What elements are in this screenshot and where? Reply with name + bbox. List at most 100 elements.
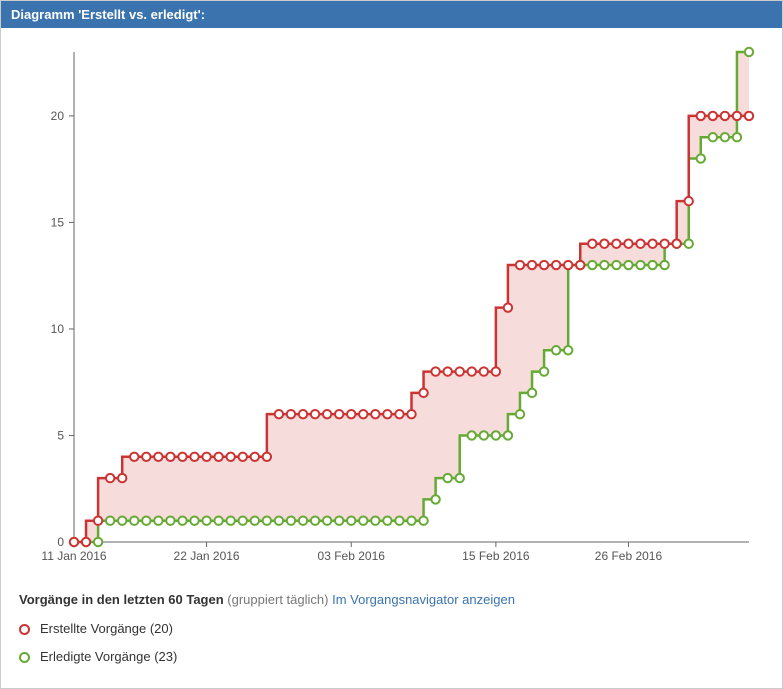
point-resolved[interactable] <box>697 154 705 162</box>
point-created[interactable] <box>564 261 572 269</box>
point-created[interactable] <box>82 538 90 546</box>
point-resolved[interactable] <box>516 410 524 418</box>
point-created[interactable] <box>733 112 741 120</box>
point-created[interactable] <box>660 240 668 248</box>
point-resolved[interactable] <box>299 516 307 524</box>
point-created[interactable] <box>648 240 656 248</box>
point-created[interactable] <box>335 410 343 418</box>
point-created[interactable] <box>287 410 295 418</box>
point-resolved[interactable] <box>275 516 283 524</box>
point-resolved[interactable] <box>745 48 753 56</box>
point-resolved[interactable] <box>359 516 367 524</box>
point-created[interactable] <box>721 112 729 120</box>
point-created[interactable] <box>178 453 186 461</box>
point-created[interactable] <box>239 453 247 461</box>
point-created[interactable] <box>431 367 439 375</box>
point-resolved[interactable] <box>142 516 150 524</box>
point-resolved[interactable] <box>504 431 512 439</box>
point-created[interactable] <box>166 453 174 461</box>
point-resolved[interactable] <box>395 516 403 524</box>
point-created[interactable] <box>443 367 451 375</box>
point-resolved[interactable] <box>407 516 415 524</box>
point-resolved[interactable] <box>419 516 427 524</box>
point-created[interactable] <box>709 112 717 120</box>
point-created[interactable] <box>347 410 355 418</box>
point-created[interactable] <box>130 453 138 461</box>
point-resolved[interactable] <box>335 516 343 524</box>
point-created[interactable] <box>492 367 500 375</box>
point-created[interactable] <box>624 240 632 248</box>
point-resolved[interactable] <box>733 133 741 141</box>
point-resolved[interactable] <box>226 516 234 524</box>
point-resolved[interactable] <box>130 516 138 524</box>
point-created[interactable] <box>359 410 367 418</box>
point-resolved[interactable] <box>528 389 536 397</box>
point-resolved[interactable] <box>323 516 331 524</box>
point-created[interactable] <box>685 197 693 205</box>
point-resolved[interactable] <box>624 261 632 269</box>
point-created[interactable] <box>190 453 198 461</box>
point-resolved[interactable] <box>431 495 439 503</box>
point-created[interactable] <box>311 410 319 418</box>
point-resolved[interactable] <box>660 261 668 269</box>
point-created[interactable] <box>299 410 307 418</box>
point-resolved[interactable] <box>190 516 198 524</box>
point-created[interactable] <box>202 453 210 461</box>
point-created[interactable] <box>576 261 584 269</box>
point-created[interactable] <box>214 453 222 461</box>
point-resolved[interactable] <box>685 240 693 248</box>
point-created[interactable] <box>323 410 331 418</box>
point-created[interactable] <box>456 367 464 375</box>
point-created[interactable] <box>552 261 560 269</box>
point-resolved[interactable] <box>371 516 379 524</box>
point-created[interactable] <box>612 240 620 248</box>
point-created[interactable] <box>480 367 488 375</box>
point-created[interactable] <box>528 261 536 269</box>
point-created[interactable] <box>697 112 705 120</box>
point-resolved[interactable] <box>480 431 488 439</box>
navigator-link[interactable]: Im Vorgangsnavigator anzeigen <box>332 592 515 607</box>
point-resolved[interactable] <box>178 516 186 524</box>
point-created[interactable] <box>588 240 596 248</box>
point-created[interactable] <box>106 474 114 482</box>
point-resolved[interactable] <box>721 133 729 141</box>
point-created[interactable] <box>371 410 379 418</box>
point-created[interactable] <box>263 453 271 461</box>
point-resolved[interactable] <box>636 261 644 269</box>
point-created[interactable] <box>600 240 608 248</box>
point-resolved[interactable] <box>251 516 259 524</box>
point-resolved[interactable] <box>214 516 222 524</box>
point-created[interactable] <box>468 367 476 375</box>
point-created[interactable] <box>226 453 234 461</box>
point-created[interactable] <box>516 261 524 269</box>
point-resolved[interactable] <box>456 474 464 482</box>
point-resolved[interactable] <box>492 431 500 439</box>
point-resolved[interactable] <box>612 261 620 269</box>
point-created[interactable] <box>407 410 415 418</box>
point-resolved[interactable] <box>347 516 355 524</box>
point-resolved[interactable] <box>600 261 608 269</box>
point-resolved[interactable] <box>287 516 295 524</box>
point-created[interactable] <box>275 410 283 418</box>
point-resolved[interactable] <box>166 516 174 524</box>
point-created[interactable] <box>251 453 259 461</box>
point-created[interactable] <box>383 410 391 418</box>
point-resolved[interactable] <box>106 516 114 524</box>
point-resolved[interactable] <box>540 367 548 375</box>
point-resolved[interactable] <box>202 516 210 524</box>
point-resolved[interactable] <box>443 474 451 482</box>
point-resolved[interactable] <box>468 431 476 439</box>
point-resolved[interactable] <box>648 261 656 269</box>
point-resolved[interactable] <box>154 516 162 524</box>
point-resolved[interactable] <box>709 133 717 141</box>
point-created[interactable] <box>94 516 102 524</box>
point-created[interactable] <box>540 261 548 269</box>
point-resolved[interactable] <box>94 538 102 546</box>
point-created[interactable] <box>504 303 512 311</box>
point-resolved[interactable] <box>564 346 572 354</box>
point-created[interactable] <box>154 453 162 461</box>
point-resolved[interactable] <box>552 346 560 354</box>
point-resolved[interactable] <box>383 516 391 524</box>
point-resolved[interactable] <box>588 261 596 269</box>
point-resolved[interactable] <box>239 516 247 524</box>
